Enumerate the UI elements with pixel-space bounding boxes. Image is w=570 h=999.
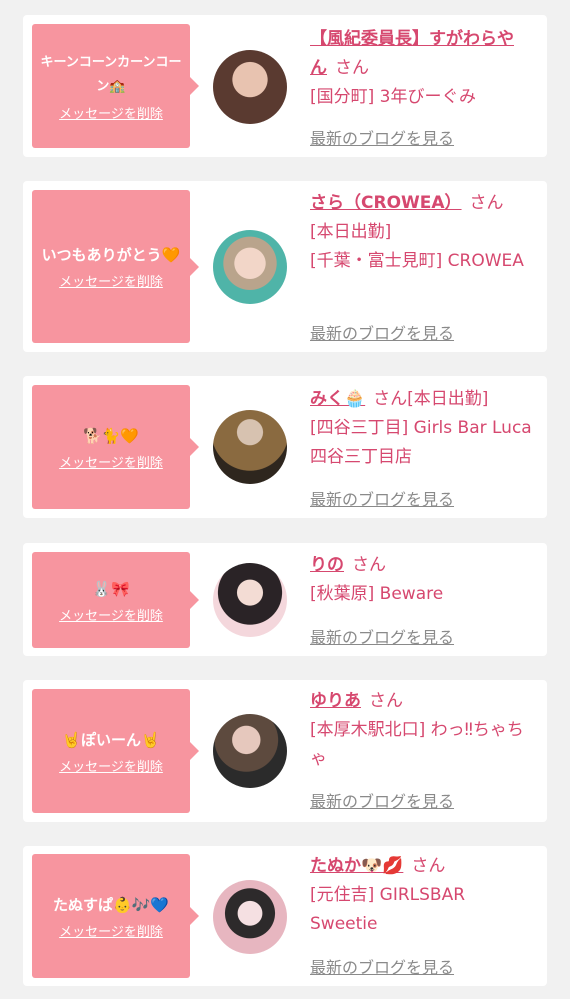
delete-message-link[interactable]: メッセージを削除 (59, 756, 163, 775)
profile-info: さら（CROWEA） さん [本日出勤] [千葉・富士見町] CROWEA (310, 189, 530, 276)
message-text: キーンコーンカーンコーン🏫 (40, 54, 182, 94)
favorite-card: キーンコーンカーンコーン🏫 メッセージを削除 【風紀委員長】すがわらやん さん [… (23, 15, 547, 157)
profile-name-link[interactable]: さら（CROWEA） (310, 193, 462, 213)
message-text: たぬすぱ👶🎶💙 (52, 895, 170, 914)
message-bubble: 🤘ぽいーん🤘 メッセージを削除 (32, 689, 199, 813)
profile-info: ゆりあ さん [本厚木駅北口] わっ‼ちゃちゃ (310, 687, 530, 774)
delete-message-link[interactable]: メッセージを削除 (59, 921, 163, 940)
honorific: さん (373, 389, 408, 409)
honorific: さん (335, 58, 369, 78)
message-bubble: いつもありがとう🧡 メッセージを削除 (32, 190, 199, 343)
shop-location: [秋葉原] Beware (310, 584, 444, 604)
avatar[interactable] (213, 410, 287, 484)
profile-name-link[interactable]: りの (310, 555, 344, 575)
delete-message-link[interactable]: メッセージを削除 (59, 452, 163, 471)
honorific: さん (352, 555, 386, 575)
favorite-card: たぬすぱ👶🎶💙 メッセージを削除 たぬか🐶💋 さん [元住吉] GIRLSBAR … (23, 846, 547, 986)
shop-location: [元住吉] GIRLSBAR Sweetie (310, 885, 466, 934)
avatar[interactable] (213, 230, 287, 304)
favorite-card: 🤘ぽいーん🤘 メッセージを削除 ゆりあ さん [本厚木駅北口] わっ‼ちゃちゃ 最… (23, 680, 547, 822)
profile-name-link[interactable]: ゆりあ (310, 691, 361, 711)
message-bubble: たぬすぱ👶🎶💙 メッセージを削除 (32, 854, 199, 978)
profile-info: 【風紀委員長】すがわらやん さん [国分町] 3年びーぐみ (310, 25, 530, 112)
favorite-card: いつもありがとう🧡 メッセージを削除 さら（CROWEA） さん [本日出勤] [… (23, 181, 547, 352)
message-bubble: 🐰🎀 メッセージを削除 (32, 552, 199, 648)
shop-location: [本厚木駅北口] わっ‼ちゃちゃ (310, 720, 524, 769)
honorific: さん (369, 691, 403, 711)
profile-name-link[interactable]: たぬか🐶💋 (310, 856, 403, 876)
latest-blog-link[interactable]: 最新のブログを見る (310, 125, 454, 149)
honorific: さん (469, 193, 504, 213)
latest-blog-link[interactable]: 最新のブログを見る (310, 486, 454, 510)
shop-location: [国分町] 3年びーぐみ (310, 87, 476, 107)
profile-info: りの さん [秋葉原] Beware (310, 551, 530, 609)
message-text: 🐕🐈🧡 (82, 426, 140, 445)
status-text: [本日出勤] (310, 222, 392, 242)
shop-location: [四谷三丁目] Girls Bar Luca 四谷三丁目店 (310, 418, 532, 467)
avatar[interactable] (213, 563, 287, 637)
message-text: 🤘ぽいーん🤘 (62, 730, 160, 749)
avatar[interactable] (213, 714, 287, 788)
profile-info: みく🧁 さん[本日出勤] [四谷三丁目] Girls Bar Luca 四谷三丁目… (310, 385, 532, 472)
message-text: 🐰🎀 (92, 579, 130, 598)
favorite-card: 🐕🐈🧡 メッセージを削除 みく🧁 さん[本日出勤] [四谷三丁目] Girls B… (23, 376, 547, 518)
shop-location: [千葉・富士見町] CROWEA (310, 251, 524, 271)
message-bubble: 🐕🐈🧡 メッセージを削除 (32, 385, 199, 509)
profile-info: たぬか🐶💋 さん [元住吉] GIRLSBAR Sweetie (310, 852, 530, 939)
delete-message-link[interactable]: メッセージを削除 (59, 103, 163, 122)
latest-blog-link[interactable]: 最新のブログを見る (310, 320, 454, 344)
message-text: いつもありがとう🧡 (41, 246, 181, 264)
latest-blog-link[interactable]: 最新のブログを見る (310, 954, 454, 978)
avatar[interactable] (213, 50, 287, 124)
latest-blog-link[interactable]: 最新のブログを見る (310, 624, 454, 648)
status-text: [本日出勤] (407, 389, 489, 409)
delete-message-link[interactable]: メッセージを削除 (59, 605, 163, 624)
favorite-card: 🐰🎀 メッセージを削除 りの さん [秋葉原] Beware 最新のブログを見る (23, 543, 547, 656)
latest-blog-link[interactable]: 最新のブログを見る (310, 788, 454, 812)
honorific: さん (411, 856, 446, 876)
avatar[interactable] (213, 880, 287, 954)
profile-name-link[interactable]: みく🧁 (310, 389, 365, 409)
message-bubble: キーンコーンカーンコーン🏫 メッセージを削除 (32, 24, 199, 148)
delete-message-link[interactable]: メッセージを削除 (59, 271, 163, 290)
